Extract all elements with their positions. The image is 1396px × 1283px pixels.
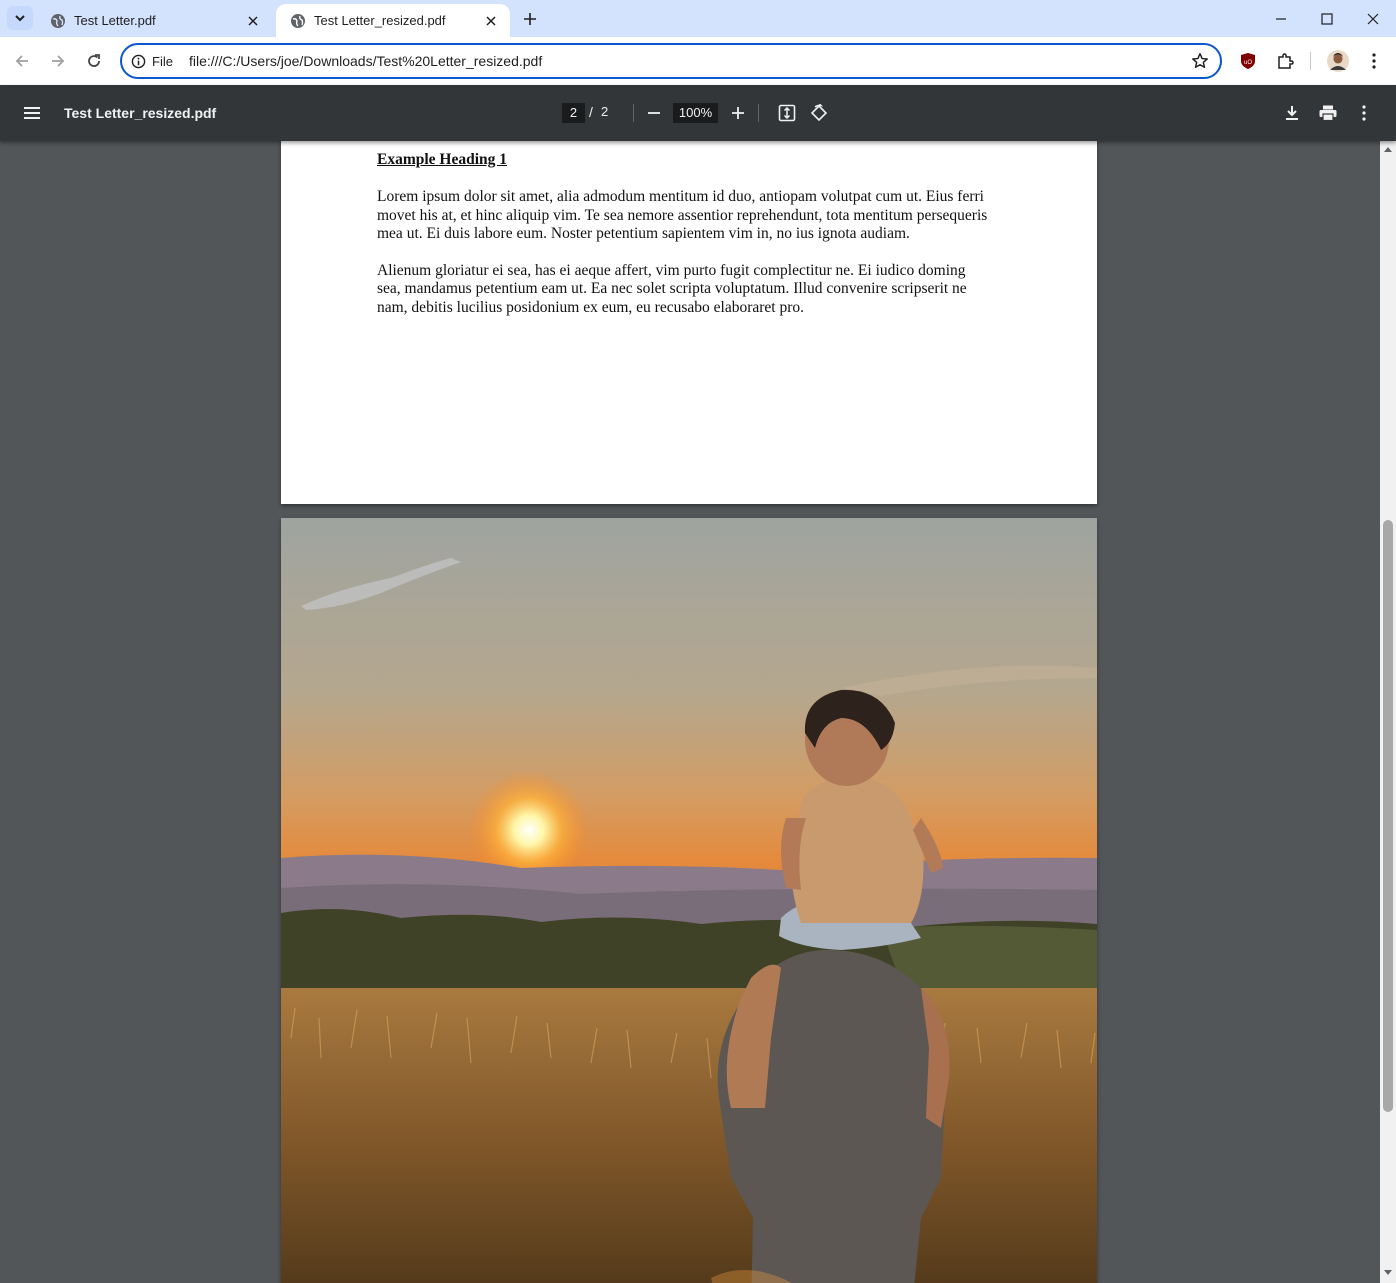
chevron-down-icon [15,15,25,22]
pdf-viewer[interactable]: Example Heading 1 Lorem ipsum dolor sit … [0,141,1380,1283]
forward-arrow-icon [52,55,65,67]
rotate-icon [810,104,828,122]
minimize-icon [1276,17,1286,20]
browser-toolbar: File file:///C:/Users/joe/Downloads/Test… [0,37,1396,85]
zoom-out-icon [648,112,660,114]
zoom-in-icon [732,107,744,119]
maximize-button[interactable] [1304,0,1350,37]
close-icon [486,15,496,26]
omnibox[interactable]: File file:///C:/Users/joe/Downloads/Test… [120,43,1222,79]
paragraph: Lorem ipsum dolor sit amet, alia admodum… [377,188,988,242]
pdf-more-actions-button[interactable] [1352,101,1376,125]
info-icon [131,54,146,68]
document-heading: Example Heading 1 [377,151,508,168]
download-button[interactable] [1280,101,1304,125]
page-text: Example Heading 1 Lorem ipsum dolor sit … [377,151,989,335]
fit-page-button[interactable] [775,101,799,125]
pdf-title: Test Letter_resized.pdf [64,105,217,121]
browser-menu-button[interactable] [1360,47,1388,75]
scroll-up-button[interactable] [1383,144,1393,154]
sidebar-toggle-button[interactable] [20,101,44,125]
toolbar-separator [1310,52,1311,70]
caret-up-icon [1384,147,1392,152]
toolbar-divider [633,104,634,122]
tab-test-letter-resized[interactable]: Test Letter_resized.pdf [276,4,510,37]
scroll-down-button[interactable] [1383,1268,1393,1278]
kebab-menu-icon [1372,53,1376,69]
toolbar-divider [758,104,759,122]
extensions-button[interactable] [1271,47,1299,75]
zoom-out-button[interactable] [642,101,666,125]
zoom-in-button[interactable] [726,101,750,125]
star-icon [1192,53,1208,69]
plus-icon [524,13,536,25]
back-arrow-icon [15,55,28,67]
caret-down-icon [1384,1270,1392,1275]
page-separator: / [589,104,593,120]
hamburger-menu-icon [24,107,40,119]
tab-test-letter[interactable]: Test Letter.pdf [36,4,272,37]
rotate-button[interactable] [807,101,831,125]
forward-button[interactable] [44,47,72,75]
back-button[interactable] [8,47,36,75]
puzzle-icon [1278,53,1294,69]
maximize-icon [1321,12,1333,25]
kebab-menu-icon [1362,105,1366,121]
reload-icon [88,54,100,67]
download-icon [1286,106,1298,120]
ublock-icon: uO [1241,53,1255,69]
tab-close-button[interactable] [244,12,262,30]
pdf-page-2 [281,518,1097,1283]
tab-strip: Test Letter.pdf Test Letter_resized.pdf [0,0,1396,37]
scrollbar-thumb[interactable] [1383,520,1393,1112]
paragraph: Alienum gloriatur ei sea, has ei aeque a… [377,261,967,316]
total-pages: 2 [601,104,609,119]
sunset-photo [281,518,1097,1283]
tab-title: Test Letter_resized.pdf [314,13,446,28]
pdf-page-1: Example Heading 1 Lorem ipsum dolor sit … [281,141,1097,504]
page-number-input[interactable]: 2 [562,103,585,123]
reload-button[interactable] [80,47,108,75]
profile-avatar [1327,50,1349,72]
pdf-toolbar: Test Letter_resized.pdf 2 / 2 100% [0,85,1396,141]
print-button[interactable] [1316,101,1340,125]
tab-title: Test Letter.pdf [74,13,156,28]
site-info-label: File [152,53,173,69]
globe-icon [291,13,305,28]
svg-text:uO: uO [1244,60,1252,66]
url-text[interactable]: file:///C:/Users/joe/Downloads/Test%20Le… [189,53,1186,69]
bookmark-button[interactable] [1186,47,1214,75]
site-info-chip[interactable]: File [131,54,173,69]
zoom-level-input[interactable]: 100% [673,103,718,123]
tab-close-button[interactable] [482,12,500,30]
globe-icon [51,13,65,28]
fit-page-icon [778,104,796,122]
tab-search-button[interactable] [7,6,33,30]
ublock-extension-button[interactable]: uO [1234,47,1262,75]
print-icon [1319,105,1337,121]
new-tab-button[interactable] [518,8,542,30]
close-icon [1367,13,1379,24]
minimize-button[interactable] [1258,0,1304,37]
window-close-button[interactable] [1350,0,1396,37]
profile-button[interactable] [1324,47,1352,75]
close-icon [248,15,258,26]
